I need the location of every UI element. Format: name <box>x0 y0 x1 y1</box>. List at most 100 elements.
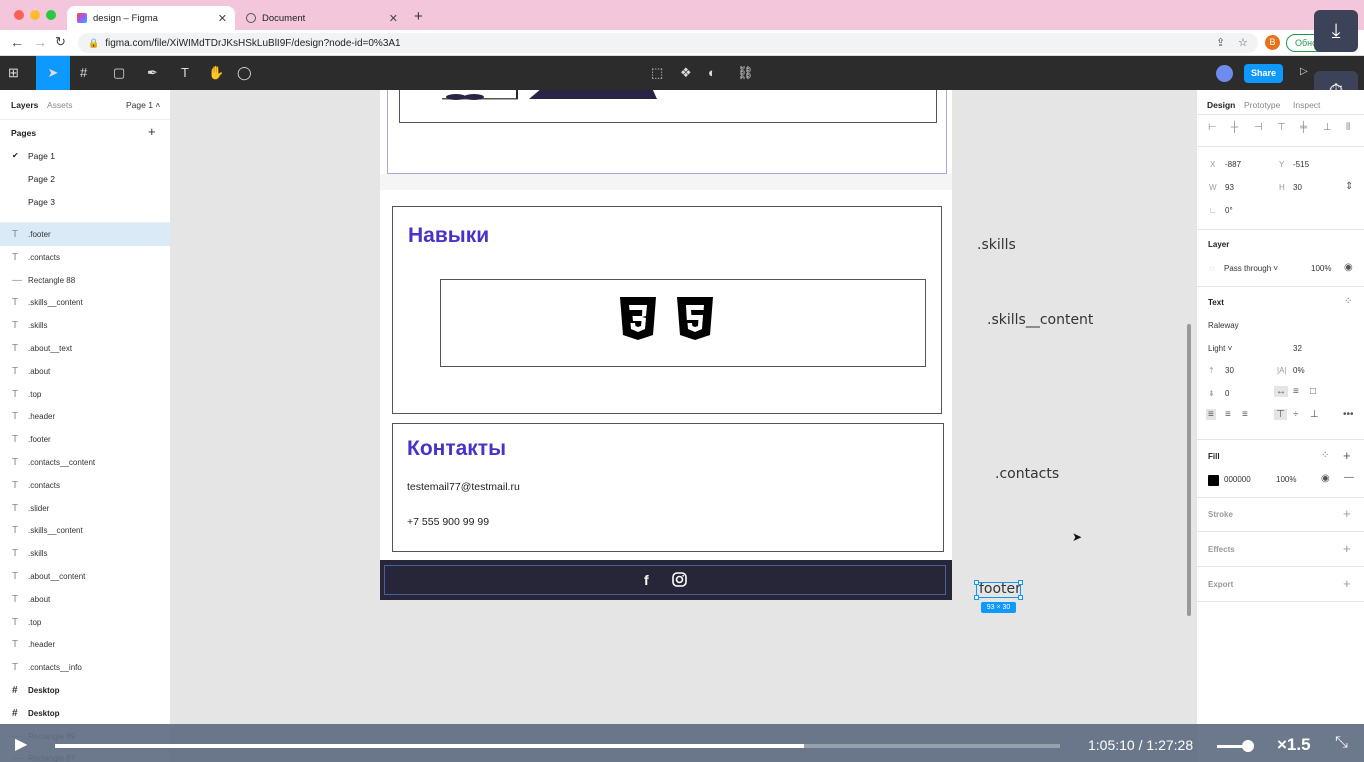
align-text-top-icon[interactable]: ⊤ <box>1274 409 1287 420</box>
eye-icon[interactable]: ◉ <box>1344 262 1353 273</box>
rectangle-tool-icon[interactable]: ▢ <box>113 65 125 81</box>
font-weight-select[interactable]: Light ˅ <box>1208 344 1232 353</box>
font-size-input[interactable]: 32 <box>1293 344 1302 353</box>
layer-item[interactable]: T .contacts__info <box>0 656 170 679</box>
skills-content-label[interactable]: .skills__content <box>987 312 1093 328</box>
close-tab-icon[interactable]: ✕ <box>389 12 398 25</box>
skills-label[interactable]: .skills <box>977 237 1016 253</box>
h-input[interactable]: 30 <box>1293 183 1302 192</box>
link-icon[interactable]: ⛓ <box>737 65 754 81</box>
tab-layers[interactable]: Layers <box>11 100 38 110</box>
text-tool-icon[interactable]: T <box>181 65 189 80</box>
component-icon[interactable]: ⬚ <box>651 65 663 81</box>
page-item[interactable]: Page 3 <box>28 197 55 207</box>
text-align-center-icon[interactable]: ≡ <box>1225 409 1231 420</box>
line-height-input[interactable]: 30 <box>1225 366 1234 375</box>
align-text-bottom-icon[interactable]: ⊥ <box>1310 409 1319 420</box>
frame-tool-icon[interactable]: # <box>80 65 87 80</box>
tab-design[interactable]: Design <box>1207 100 1235 110</box>
maximize-window-button[interactable] <box>46 10 56 20</box>
mask-icon[interactable]: ◐ <box>708 65 716 80</box>
fill-color-swatch[interactable] <box>1208 475 1219 486</box>
minimize-window-button[interactable] <box>30 10 40 20</box>
layer-item[interactable]: T .footer <box>0 428 170 451</box>
align-right-icon[interactable]: ⊣ <box>1254 122 1263 133</box>
add-fill-icon[interactable]: + <box>1343 448 1351 463</box>
page-selector[interactable]: Page 1 ˄ <box>126 100 160 110</box>
align-left-icon[interactable]: ⊢ <box>1208 122 1217 133</box>
layer-item[interactable]: T .header <box>0 633 170 656</box>
layer-item[interactable]: T .contacts <box>0 246 170 269</box>
share-button[interactable]: Share <box>1244 64 1283 83</box>
font-family-select[interactable]: Raleway <box>1208 321 1239 330</box>
pen-tool-icon[interactable]: ✒ <box>147 65 158 81</box>
close-window-button[interactable] <box>14 10 24 20</box>
fill-hex-input[interactable]: 000000 <box>1224 475 1251 484</box>
resize-handle[interactable] <box>974 580 979 585</box>
paragraph-spacing-input[interactable]: 0 <box>1225 389 1229 398</box>
distribute-icon[interactable]: ⫴ <box>1346 122 1350 133</box>
fill-visibility-icon[interactable]: ◉ <box>1321 473 1330 484</box>
canvas-scrollbar[interactable] <box>1187 324 1191 616</box>
play-icon[interactable]: ▶ <box>15 734 27 754</box>
reload-icon[interactable]: ↻ <box>55 34 66 50</box>
align-center-h-icon[interactable]: ┼ <box>1231 122 1238 133</box>
profile-avatar[interactable]: B <box>1265 35 1280 50</box>
layer-item[interactable]: T .top <box>0 383 170 406</box>
align-bottom-icon[interactable]: ⊥ <box>1323 122 1332 133</box>
layer-item[interactable]: T .skills <box>0 314 170 337</box>
components-icon[interactable]: ❖ <box>680 65 692 81</box>
layer-item[interactable]: T .footer <box>0 223 170 246</box>
layer-item[interactable]: T .skills__content <box>0 291 170 314</box>
tab-document[interactable]: Document ✕ <box>236 6 406 30</box>
layer-opacity-input[interactable]: 100% <box>1311 264 1331 273</box>
rotation-input[interactable]: 0° <box>1225 206 1233 215</box>
add-export-icon[interactable]: + <box>1343 576 1351 591</box>
layer-item[interactable]: # Desktop <box>0 702 170 725</box>
selection-box[interactable] <box>974 580 1023 600</box>
canvas[interactable]: Навыки Контакты testemail77@testmail.ru … <box>171 90 1196 724</box>
layer-item[interactable]: T .slider <box>0 497 170 520</box>
fixed-size-icon[interactable]: □ <box>1310 386 1316 397</box>
layer-item[interactable]: T .top <box>0 611 170 634</box>
comment-tool-icon[interactable]: ◯ <box>237 65 252 81</box>
hand-tool-icon[interactable]: ✋ <box>208 65 224 81</box>
layer-item[interactable]: T .skills__content <box>0 519 170 542</box>
add-effect-icon[interactable]: + <box>1343 541 1351 556</box>
user-avatar[interactable] <box>1216 65 1233 82</box>
auto-height-icon[interactable]: ≡ <box>1293 386 1299 397</box>
y-input[interactable]: -515 <box>1293 160 1309 169</box>
align-text-middle-icon[interactable]: ÷ <box>1293 409 1299 420</box>
forward-icon[interactable]: → <box>33 34 47 50</box>
layer-item[interactable]: # Desktop <box>0 679 170 702</box>
align-center-v-icon[interactable]: ╪ <box>1300 122 1307 133</box>
fill-styles-icon[interactable]: ⁘ <box>1321 450 1329 461</box>
contacts-label[interactable]: .contacts <box>995 466 1059 482</box>
skills-section[interactable]: Навыки <box>392 206 942 414</box>
layer-item[interactable]: T .about <box>0 360 170 383</box>
contacts-section[interactable]: Контакты testemail77@testmail.ru +7 555 … <box>392 423 944 552</box>
layer-item[interactable]: T .about__content <box>0 565 170 588</box>
layer-item[interactable]: — Rectangle 88 <box>0 269 170 292</box>
tab-assets[interactable]: Assets <box>47 100 73 110</box>
layer-item[interactable]: T .about <box>0 588 170 611</box>
resize-handle[interactable] <box>1018 595 1023 600</box>
bookmark-star-icon[interactable]: ☆ <box>1238 36 1248 49</box>
exit-fullscreen-icon[interactable]: ⤡ <box>1335 734 1348 752</box>
present-icon[interactable]: ▷ <box>1300 66 1308 77</box>
tab-prototype[interactable]: Prototype <box>1244 100 1280 110</box>
close-tab-icon[interactable]: ✕ <box>218 12 227 25</box>
video-progress-bar[interactable] <box>55 744 1060 748</box>
resize-handle[interactable] <box>974 595 979 600</box>
resize-handle[interactable] <box>1018 580 1023 585</box>
layer-item[interactable]: T .about__text <box>0 337 170 360</box>
download-icon[interactable]: ⤓ <box>1314 10 1358 52</box>
layer-item[interactable]: T .contacts__content <box>0 451 170 474</box>
text-align-left-icon[interactable]: ≡ <box>1206 409 1216 420</box>
volume-knob[interactable] <box>1242 740 1254 752</box>
letter-spacing-input[interactable]: 0% <box>1293 366 1305 375</box>
layer-item[interactable]: T .header <box>0 405 170 428</box>
share-page-icon[interactable]: ⇪ <box>1216 36 1225 49</box>
add-stroke-icon[interactable]: + <box>1343 506 1351 521</box>
layer-item[interactable]: T .contacts <box>0 474 170 497</box>
